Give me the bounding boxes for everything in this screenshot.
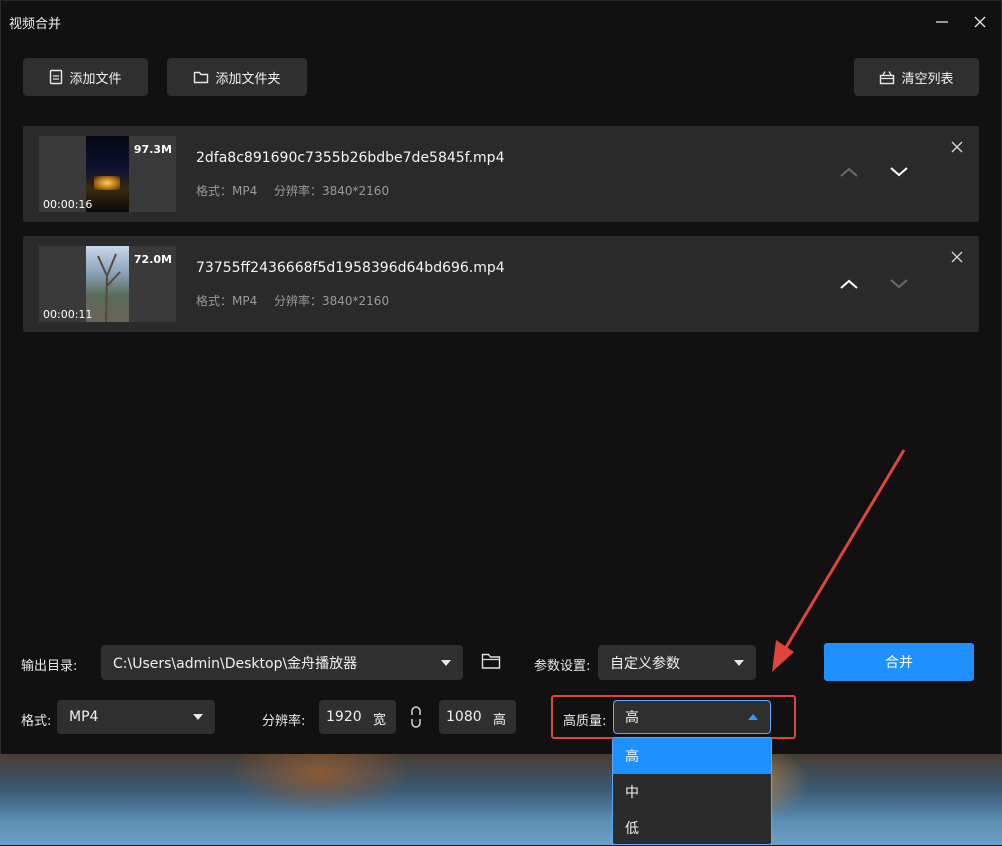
annotation-arrow	[772, 449, 906, 672]
close-button[interactable]	[965, 9, 995, 35]
format-value: MP4	[69, 709, 99, 725]
video-thumbnail-frame: 97.3M 00:00:16	[39, 136, 176, 212]
format-select[interactable]: MP4	[57, 700, 215, 734]
width-input[interactable]: 1920 宽	[319, 700, 396, 734]
folder-icon	[194, 71, 209, 84]
minimize-icon	[936, 21, 948, 23]
video-thumbnail-image	[86, 246, 129, 322]
dropdown-caret-up-icon	[748, 714, 758, 720]
aspect-lock-toggle[interactable]	[409, 705, 423, 733]
file-list-item[interactable]: 97.3M 00:00:16 2dfa8c891690c7355b26bdbe7…	[23, 126, 979, 222]
quality-option-high[interactable]: 高	[613, 738, 771, 774]
file-size: 72.0M	[133, 253, 172, 266]
file-icon	[50, 69, 63, 85]
chevron-down-icon	[890, 167, 908, 177]
link-icon	[411, 706, 421, 728]
file-list-item[interactable]: 72.0M 00:00:11 73755ff2436668f5d1958396d…	[23, 236, 979, 332]
chevron-up-icon	[840, 279, 858, 289]
dropdown-caret-icon	[441, 660, 451, 666]
move-up-button[interactable]	[839, 278, 859, 294]
height-value: 1080	[446, 709, 482, 725]
basket-icon	[880, 70, 895, 84]
desktop-wallpaper	[0, 753, 1002, 845]
add-file-button[interactable]: 添加文件	[23, 58, 148, 96]
output-dir-label: 输出目录:	[21, 659, 78, 674]
add-folder-button[interactable]: 添加文件夹	[167, 58, 307, 96]
quality-dropdown-list: 高 中 低	[612, 737, 772, 845]
close-icon	[951, 141, 963, 153]
width-unit: 宽	[373, 713, 387, 728]
chevron-down-icon	[890, 279, 908, 289]
dropdown-caret-icon	[734, 660, 744, 666]
close-icon	[951, 251, 963, 263]
window-title: 视频合并	[9, 17, 62, 32]
move-up-button[interactable]	[839, 166, 859, 182]
clear-list-button[interactable]: 清空列表	[854, 58, 979, 96]
output-dir-value: C:\Users\admin\Desktop\金舟播放器	[113, 655, 358, 672]
params-select[interactable]: 自定义参数	[598, 645, 756, 680]
params-value: 自定义参数	[610, 655, 680, 672]
height-unit: 高	[493, 713, 507, 728]
quality-select[interactable]: 高	[613, 700, 771, 734]
file-size: 97.3M	[133, 143, 172, 156]
minimize-button[interactable]	[927, 9, 957, 35]
file-resolution: 分辨率：3840*2160	[274, 184, 390, 198]
video-thumbnail-image	[86, 136, 129, 212]
clear-list-label: 清空列表	[901, 71, 954, 87]
dropdown-caret-icon	[193, 714, 203, 720]
file-format: 格式：MP4	[196, 184, 258, 198]
quality-label: 高质量:	[563, 714, 607, 729]
add-folder-label: 添加文件夹	[215, 71, 281, 87]
params-label: 参数设置:	[534, 659, 591, 674]
chevron-up-icon	[840, 167, 858, 177]
video-duration: 00:00:16	[43, 198, 93, 211]
video-thumbnail-frame: 72.0M 00:00:11	[39, 246, 176, 322]
file-name: 73755ff2436668f5d1958396d64bd696.mp4	[196, 260, 505, 276]
add-file-label: 添加文件	[69, 71, 122, 87]
height-input[interactable]: 1080 高	[439, 700, 516, 734]
format-label: 格式:	[21, 714, 52, 729]
quality-option-low[interactable]: 低	[613, 810, 771, 846]
quality-option-medium[interactable]: 中	[613, 774, 771, 810]
folder-icon	[481, 653, 501, 669]
close-icon	[974, 16, 986, 28]
file-name: 2dfa8c891690c7355b26bdbe7de5845f.mp4	[196, 150, 505, 166]
video-duration: 00:00:11	[43, 308, 93, 321]
resolution-label: 分辨率:	[262, 714, 306, 729]
file-resolution: 分辨率：3840*2160	[274, 294, 390, 308]
width-value: 1920	[326, 709, 362, 725]
move-down-button[interactable]	[889, 166, 909, 182]
browse-folder-button[interactable]	[481, 652, 501, 674]
quality-value: 高	[625, 710, 639, 726]
move-down-button[interactable]	[889, 278, 909, 294]
file-format: 格式：MP4	[196, 294, 258, 308]
remove-file-button[interactable]	[951, 141, 963, 157]
remove-file-button[interactable]	[951, 251, 963, 267]
output-dir-select[interactable]: C:\Users\admin\Desktop\金舟播放器	[101, 645, 463, 680]
